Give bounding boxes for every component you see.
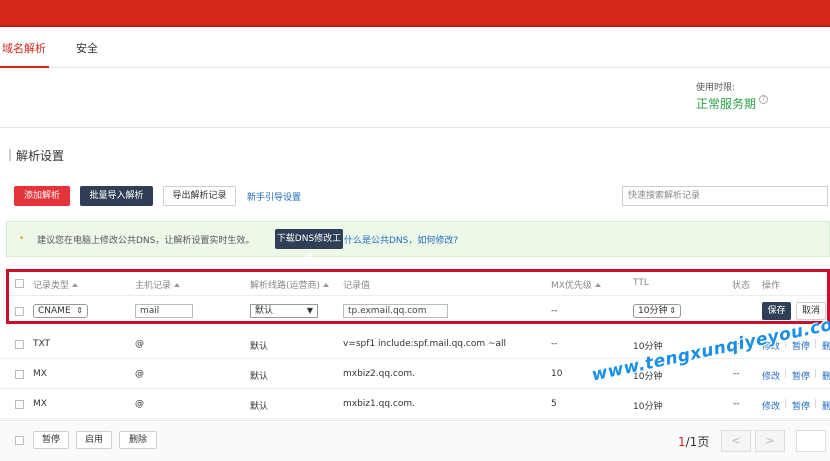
mx-priority-value: --	[551, 306, 558, 316]
header-status: 状态	[732, 281, 751, 291]
separator: |	[814, 369, 818, 379]
header-line[interactable]: 解析线路(运营商)	[250, 278, 330, 291]
separator: |	[784, 369, 788, 379]
modify-link[interactable]: 修改	[762, 399, 780, 412]
delete-link[interactable]: 删	[822, 369, 830, 382]
ttl-select[interactable]: 10分钟 ⇕	[633, 304, 681, 318]
tab-security[interactable]: 安全	[76, 40, 98, 56]
cell-mx: --	[551, 339, 558, 349]
cell-value: v=spf1 include:spf.mail.qq.com ~all	[343, 339, 507, 349]
export-records-button[interactable]: 导出解析记录	[163, 186, 236, 206]
header-value: 记录值	[343, 281, 371, 291]
cell-line: 默认	[250, 402, 269, 412]
cell-host: @	[135, 369, 144, 379]
save-button[interactable]: 保存	[762, 302, 791, 320]
separator: |	[814, 399, 818, 409]
table-row: MX @ 默认 mxbiz2.qq.com. 10 10分钟 -- 修改 | 暂…	[0, 359, 830, 389]
section-marker	[9, 149, 11, 161]
table-row: MX @ 默认 mxbiz1.qq.com. 5 10分钟 -- 修改 | 暂停…	[0, 389, 830, 419]
select-all-checkbox[interactable]	[15, 279, 24, 288]
select-arrows-icon: ⇕	[669, 306, 676, 315]
cell-value: mxbiz1.qq.com.	[343, 399, 415, 409]
select-arrows-icon: ⇕	[76, 306, 83, 315]
cell-mx: 5	[551, 399, 557, 409]
modify-link[interactable]: 修改	[762, 369, 780, 382]
line-select[interactable]: 默认 ▼	[250, 304, 318, 318]
row-checkbox[interactable]	[15, 400, 24, 409]
tab-dns-resolution[interactable]: 域名解析	[2, 40, 46, 56]
host-input[interactable]: mail	[135, 304, 193, 318]
help-icon[interactable]: ?	[759, 95, 768, 104]
delete-link[interactable]: 删	[822, 399, 830, 412]
cell-ttl: 10分钟	[633, 402, 663, 412]
record-type-select[interactable]: CNAME ⇕	[33, 304, 88, 318]
cell-type: TXT	[33, 339, 51, 349]
row-checkbox[interactable]	[15, 370, 24, 379]
pause-link[interactable]: 暂停	[792, 369, 810, 382]
header-mx[interactable]: MX优先级	[551, 278, 601, 291]
separator: |	[814, 339, 818, 349]
record-value-input[interactable]: tp.exmail.qq.com	[343, 304, 448, 318]
header-type[interactable]: 记录类型	[33, 278, 79, 291]
page-indicator: 1/1页	[678, 435, 710, 449]
edit-row-checkbox[interactable]	[15, 307, 24, 316]
edit-row: CNAME ⇕ mail 默认 ▼ tp.exmail.qq.com -- 10分钟…	[6, 296, 830, 324]
batch-enable-button[interactable]: 启用	[76, 431, 112, 449]
page-title: 解析设置	[16, 149, 65, 163]
delete-link[interactable]: 删	[822, 339, 830, 352]
cell-type: MX	[33, 399, 47, 409]
separator: |	[784, 399, 788, 409]
cell-status: --	[733, 369, 740, 379]
top-header-bar	[0, 0, 830, 27]
batch-import-button[interactable]: 批量导入解析	[80, 186, 153, 206]
pause-link[interactable]: 暂停	[792, 399, 810, 412]
usage-status: 正常服务期	[696, 97, 757, 111]
next-page-button[interactable]: >	[755, 430, 785, 452]
cell-line: 默认	[250, 372, 269, 382]
dropdown-arrow-icon: ▼	[306, 306, 313, 315]
public-dns-help-link[interactable]: 什么是公共DNS，如何修改?	[344, 233, 458, 246]
cell-host: @	[135, 339, 144, 349]
row-checkbox[interactable]	[15, 340, 24, 349]
header-host[interactable]: 主机记录	[135, 278, 181, 291]
batch-pause-button[interactable]: 暂停	[33, 431, 69, 449]
add-record-button[interactable]: 添加解析	[14, 186, 70, 206]
cell-value: mxbiz2.qq.com.	[343, 369, 415, 379]
cell-host: @	[135, 399, 144, 409]
footer-select-all-checkbox[interactable]	[15, 436, 24, 445]
prev-page-button[interactable]: <	[721, 430, 751, 452]
cell-ttl: 10分钟	[633, 342, 663, 352]
header-actions: 操作	[762, 281, 781, 291]
notice-banner: • 建议您在电脑上修改公共DNS，让解析设置实时生效。 下载DNS修改工具 什么…	[6, 221, 830, 264]
download-dns-tool-button[interactable]: 下载DNS修改工具	[275, 229, 343, 264]
table-footer: 暂停 启用 删除 1/1页 < >	[0, 420, 830, 461]
cell-type: MX	[33, 369, 47, 379]
tab-bar: 域名解析 安全	[0, 30, 830, 68]
usage-panel: 使用时限: 正常服务期 ?	[0, 68, 830, 128]
cell-status: --	[733, 399, 740, 409]
notice-bullet: •	[19, 234, 25, 244]
cell-mx: 10	[551, 369, 563, 379]
table-header: 记录类型 主机记录 解析线路(运营商) 记录值 MX优先级 TTL 状态 操作	[6, 268, 830, 296]
search-input[interactable]: 快速搜索解析记录	[622, 186, 828, 206]
guide-settings-link[interactable]: 新手引导设置	[247, 190, 301, 203]
cell-line: 默认	[250, 342, 269, 352]
batch-delete-button[interactable]: 删除	[119, 431, 157, 449]
header-ttl: TTL	[633, 278, 649, 288]
notice-text: 建议您在电脑上修改公共DNS，让解析设置实时生效。	[37, 236, 255, 246]
usage-label: 使用时限:	[696, 83, 736, 93]
page-jump-input[interactable]	[796, 430, 826, 452]
